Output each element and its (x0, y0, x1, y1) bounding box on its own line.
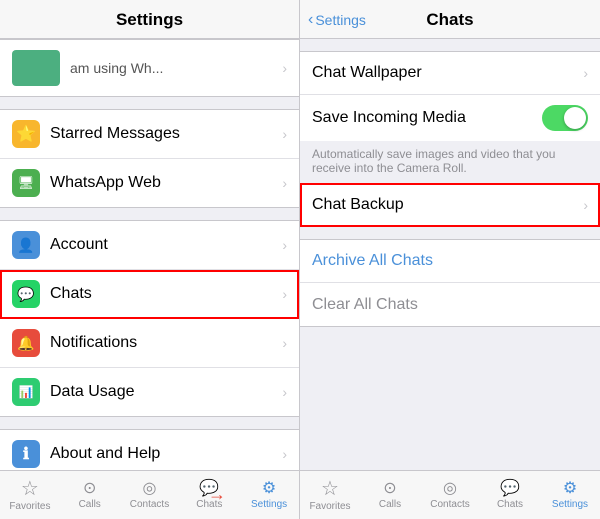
tab-settings-label: Settings (251, 499, 287, 510)
app-container: Settings am using Wh... › ⭐ Starred Mess… (0, 0, 600, 519)
chats-item[interactable]: 💬 Chats › (0, 270, 299, 319)
save-media-description: Automatically save images and video that… (300, 141, 600, 183)
right-tab-chats[interactable]: 💬 Chats (480, 471, 540, 519)
archive-all-chats-item[interactable]: Archive All Chats (300, 239, 600, 283)
right-section-1: Chat Wallpaper › Save Incoming Media Aut… (300, 51, 600, 227)
right-tab-favorites[interactable]: ☆ Favorites (300, 471, 360, 519)
settings-list: am using Wh... › ⭐ Starred Messages › 🖥 … (0, 39, 299, 470)
favorites-icon: ☆ (21, 479, 39, 499)
about-icon: ℹ (12, 440, 40, 468)
notifications-item[interactable]: 🔔 Notifications › (0, 319, 299, 368)
right-tab-contacts[interactable]: ◎ Contacts (420, 471, 480, 519)
left-header-title: Settings (116, 10, 183, 29)
archive-all-label: Archive All Chats (312, 252, 433, 270)
tab-favorites-label: Favorites (309, 501, 350, 512)
save-media-item[interactable]: Save Incoming Media (300, 95, 600, 141)
left-panel: Settings am using Wh... › ⭐ Starred Mess… (0, 0, 300, 519)
chevron-icon: › (282, 384, 287, 400)
chevron-icon: › (282, 60, 287, 76)
left-tab-bar: → ☆ Favorites ⊙ Calls ◎ Contacts 💬 Chats (0, 470, 299, 519)
tab-settings-label: Settings (552, 499, 588, 510)
data-usage-icon: 📊 (12, 378, 40, 406)
clear-all-chats-item[interactable]: Clear All Chats (300, 283, 600, 327)
action-section: Archive All Chats Clear All Chats (300, 239, 600, 327)
right-header-title: Chats (426, 10, 473, 30)
whatsapp-web-icon: 🖥 (12, 169, 40, 197)
tab-calls-label: Calls (379, 499, 401, 510)
right-nav-header: ‹ Settings Chats (300, 0, 600, 39)
chat-wallpaper-item[interactable]: Chat Wallpaper › (300, 51, 600, 95)
chats-icon: 💬 (12, 280, 40, 308)
chevron-icon: › (583, 65, 588, 81)
about-label: About and Help (50, 445, 282, 463)
tab-settings[interactable]: ⚙ Settings (239, 471, 299, 519)
account-icon: 👤 (12, 231, 40, 259)
chat-backup-label: Chat Backup (312, 196, 583, 214)
favorites-icon: ☆ (321, 479, 339, 499)
notifications-icon: 🔔 (12, 329, 40, 357)
whatsapp-web-item[interactable]: 🖥 WhatsApp Web › (0, 159, 299, 208)
tab-calls[interactable]: ⊙ Calls (60, 471, 120, 519)
chevron-icon: › (282, 286, 287, 302)
settings-icon: ⚙ (563, 481, 577, 497)
profile-item[interactable]: am using Wh... › (0, 39, 299, 97)
calls-icon: ⊙ (383, 481, 396, 497)
account-label: Account (50, 236, 282, 254)
save-media-label: Save Incoming Media (312, 109, 542, 127)
left-tab-bar-container: ☆ Favorites ⊙ Calls ◎ Contacts 💬 Chats ⚙ (0, 470, 299, 519)
tab-chats-label: Chats (497, 499, 523, 510)
calls-icon: ⊙ (83, 481, 96, 497)
back-chevron-icon: ‹ (308, 11, 313, 29)
save-media-toggle[interactable] (542, 105, 588, 131)
chat-wallpaper-label: Chat Wallpaper (312, 64, 583, 82)
settings-icon: ⚙ (262, 481, 276, 497)
left-nav-header: Settings (0, 0, 299, 39)
chevron-icon: › (282, 335, 287, 351)
right-tab-calls[interactable]: ⊙ Calls (360, 471, 420, 519)
about-help-item[interactable]: ℹ About and Help › (0, 429, 299, 470)
right-panel: ‹ Settings Chats Chat Wallpaper › Save I… (300, 0, 600, 519)
contacts-icon: ◎ (443, 481, 457, 497)
chevron-icon: › (282, 237, 287, 253)
avatar (12, 50, 60, 86)
contacts-icon: ◎ (143, 481, 157, 497)
chevron-icon: › (282, 175, 287, 191)
data-usage-item[interactable]: 📊 Data Usage › (0, 368, 299, 417)
chevron-icon: › (282, 446, 287, 462)
section-3: ℹ About and Help › (0, 429, 299, 470)
right-tab-bar: ☆ Favorites ⊙ Calls ◎ Contacts 💬 Chats ⚙… (300, 470, 600, 519)
data-usage-label: Data Usage (50, 383, 282, 401)
right-list: Chat Wallpaper › Save Incoming Media Aut… (300, 39, 600, 470)
tab-contacts[interactable]: ◎ Contacts (120, 471, 180, 519)
chats-tab-icon: 💬 (500, 481, 520, 497)
section-1: ⭐ Starred Messages › 🖥 WhatsApp Web › (0, 109, 299, 208)
tab-calls-label: Calls (79, 499, 101, 510)
whatsapp-web-label: WhatsApp Web (50, 174, 282, 192)
tab-favorites-label: Favorites (9, 501, 50, 512)
tab-favorites[interactable]: ☆ Favorites (0, 471, 60, 519)
clear-all-label: Clear All Chats (312, 296, 418, 314)
starred-messages-item[interactable]: ⭐ Starred Messages › (0, 109, 299, 159)
account-item[interactable]: 👤 Account › (0, 220, 299, 270)
tab-contacts-label: Contacts (430, 499, 469, 510)
profile-status: am using Wh... (70, 60, 282, 76)
starred-label: Starred Messages (50, 125, 282, 143)
notifications-label: Notifications (50, 334, 282, 352)
chevron-icon: › (583, 197, 588, 213)
section-2: 👤 Account › 💬 Chats › 🔔 Notifications › … (0, 220, 299, 417)
right-tab-settings[interactable]: ⚙ Settings (540, 471, 600, 519)
back-button[interactable]: ‹ Settings (308, 11, 366, 29)
starred-icon: ⭐ (12, 120, 40, 148)
chats-label: Chats (50, 285, 282, 303)
chat-backup-item[interactable]: Chat Backup › (300, 183, 600, 227)
back-label: Settings (315, 12, 366, 28)
tab-contacts-label: Contacts (130, 499, 169, 510)
chevron-icon: › (282, 126, 287, 142)
arrow-indicator: → (208, 484, 226, 505)
